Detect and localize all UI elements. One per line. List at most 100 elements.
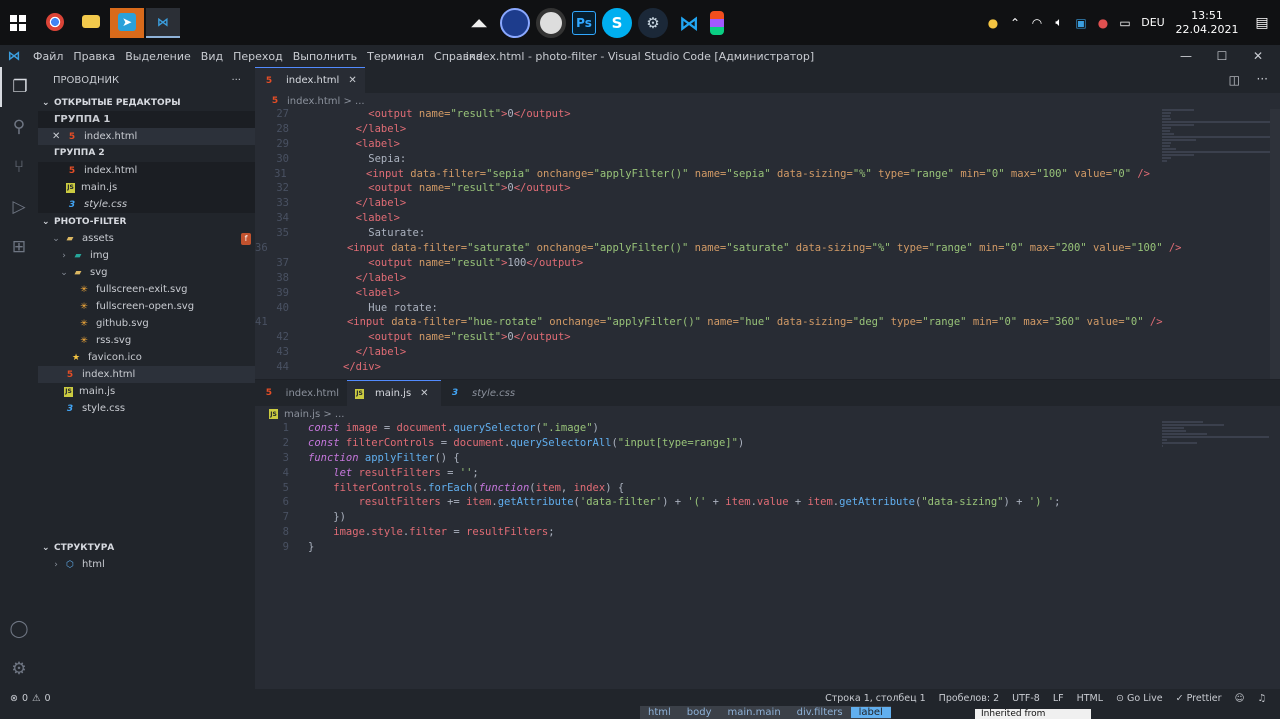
outline-section[interactable]: ⌄ СТРУКТУРА bbox=[38, 539, 255, 556]
folder-assets[interactable]: ⌄ ▰ assets f bbox=[38, 230, 255, 247]
eol[interactable]: LF bbox=[1053, 693, 1064, 704]
file-item[interactable]: ✳ github.svg bbox=[38, 315, 255, 332]
code-line[interactable]: 38 </label> bbox=[255, 271, 1150, 286]
chevron-up-icon[interactable]: ⌃ bbox=[1004, 16, 1026, 30]
strip-item[interactable]: div.filters bbox=[789, 707, 851, 718]
editor-1-code[interactable]: 27 <output name="result">0</output> 28 </… bbox=[255, 109, 1280, 379]
menu-terminal[interactable]: Терминал bbox=[362, 50, 429, 63]
code-line[interactable]: 6 resultFilters += item.getAttribute('da… bbox=[255, 495, 1150, 510]
notifications-icon[interactable]: ▤ bbox=[1244, 15, 1280, 31]
minimap[interactable] bbox=[1162, 421, 1270, 448]
explorer-icon[interactable]: ❐ bbox=[0, 67, 38, 107]
split-editor-icon[interactable]: ◫ bbox=[1229, 73, 1240, 87]
strip-item[interactable]: html bbox=[640, 707, 679, 718]
code-line[interactable]: 35 Saturate: bbox=[255, 226, 1150, 241]
skype-icon[interactable]: S bbox=[602, 7, 632, 38]
vscode-pinned-icon[interactable]: ⋈ bbox=[674, 8, 704, 38]
code-line[interactable]: 3 function applyFilter() { bbox=[255, 451, 1150, 466]
strip-item[interactable]: main.main bbox=[720, 707, 789, 718]
code-line[interactable]: 39 <label> bbox=[255, 286, 1150, 301]
code-line[interactable]: 8 image.style.filter = resultFilters; bbox=[255, 525, 1150, 540]
problems-indicator[interactable]: ⊗ 0 ⚠ 0 bbox=[10, 693, 51, 704]
tray-blue-icon[interactable]: ▣ bbox=[1070, 16, 1092, 30]
bell-icon[interactable]: ♫ bbox=[1257, 693, 1266, 704]
code-line[interactable]: 34 <label> bbox=[255, 211, 1150, 226]
strip-item-current[interactable]: label bbox=[850, 707, 891, 718]
obs-icon[interactable] bbox=[536, 7, 566, 38]
file-item[interactable]: ✳ fullscreen-exit.svg bbox=[38, 281, 255, 298]
encoding[interactable]: UTF-8 bbox=[1012, 693, 1040, 704]
extensions-icon[interactable]: ⊞ bbox=[0, 227, 38, 267]
photoshop-icon[interactable]: Ps bbox=[572, 10, 596, 35]
file-item[interactable]: 3 style.css bbox=[38, 400, 255, 417]
menu-help[interactable]: Справка bbox=[429, 50, 487, 63]
folder-svg[interactable]: ⌄ ▰ svg bbox=[38, 264, 255, 281]
more-actions-icon[interactable]: ··· bbox=[1257, 72, 1268, 86]
wifi-icon[interactable]: ◠ bbox=[1026, 16, 1048, 30]
open-editors-section[interactable]: ⌄ ОТКРЫТЫЕ РЕДАКТОРЫ bbox=[38, 94, 255, 111]
taskbar-explorer[interactable] bbox=[74, 8, 108, 38]
code-line[interactable]: 32 <output name="result">0</output> bbox=[255, 181, 1150, 196]
editor-2-code[interactable]: 1 const image = document.querySelector(".… bbox=[255, 421, 1280, 689]
menu-view[interactable]: Вид bbox=[196, 50, 228, 63]
code-line[interactable]: 30 Sepia: bbox=[255, 152, 1150, 167]
prettier-button[interactable]: ✓ Prettier bbox=[1176, 693, 1222, 704]
menu-run[interactable]: Выполнить bbox=[288, 50, 362, 63]
breadcrumb-text[interactable]: index.html > ... bbox=[287, 96, 365, 107]
steam-icon[interactable]: ⚙ bbox=[638, 7, 668, 38]
indentation[interactable]: Пробелов: 2 bbox=[939, 693, 999, 704]
outline-item[interactable]: › ⬡ html bbox=[38, 556, 255, 573]
account-icon[interactable]: ◯ bbox=[0, 609, 38, 649]
code-area[interactable]: 27 <output name="result">0</output> 28 </… bbox=[255, 109, 1181, 375]
tab-style-css[interactable]: 3 style.css bbox=[441, 380, 523, 406]
search-icon[interactable]: ⚲ bbox=[0, 107, 38, 147]
figma-icon[interactable] bbox=[710, 10, 724, 35]
feedback-icon[interactable]: ☺ bbox=[1235, 693, 1245, 704]
code-line[interactable]: 27 <output name="result">0</output> bbox=[255, 109, 1150, 122]
tray-red-icon[interactable]: ● bbox=[1092, 16, 1114, 30]
code-line[interactable]: 1 const image = document.querySelector(".… bbox=[255, 421, 1150, 436]
run-debug-icon[interactable]: ▷ bbox=[0, 187, 38, 227]
file-item[interactable]: ✳ rss.svg bbox=[38, 332, 255, 349]
project-section[interactable]: ⌄ PHOTO-FILTER bbox=[38, 213, 255, 230]
code-line[interactable]: 37 <output name="result">100</output> bbox=[255, 256, 1150, 271]
strip-item[interactable]: body bbox=[679, 707, 720, 718]
input-language[interactable]: DEU bbox=[1136, 16, 1170, 29]
code-line[interactable]: 2 const filterControls = document.querySe… bbox=[255, 436, 1150, 451]
code-line[interactable]: 4 let resultFilters = ''; bbox=[255, 466, 1150, 481]
file-item[interactable]: JS main.js bbox=[38, 383, 255, 400]
breadcrumb-text[interactable]: main.js > ... bbox=[284, 409, 344, 420]
go-live-button[interactable]: ⊙ Go Live bbox=[1116, 693, 1163, 704]
code-line[interactable]: 41 <input data-filter="hue-rotate" oncha… bbox=[255, 315, 1163, 330]
tray-app-icon[interactable]: ● bbox=[982, 16, 1004, 30]
file-item[interactable]: ★ favicon.ico bbox=[38, 349, 255, 366]
code-line[interactable]: 5 filterControls.forEach(function(item, … bbox=[255, 481, 1150, 496]
close-icon[interactable]: ✕ bbox=[420, 388, 428, 399]
close-window-button[interactable]: ✕ bbox=[1240, 45, 1276, 67]
tab-index-html[interactable]: 5 index.html ✕ bbox=[255, 67, 365, 93]
menu-selection[interactable]: Выделение bbox=[120, 50, 196, 63]
tab-index-html[interactable]: 5 index.html bbox=[255, 380, 347, 406]
menu-edit[interactable]: Правка bbox=[68, 50, 120, 63]
volume-icon[interactable]: 🔈︎ bbox=[1048, 15, 1070, 30]
taskbar-telegram[interactable]: ➤ bbox=[110, 7, 144, 38]
battery-icon[interactable]: ▭ bbox=[1114, 16, 1136, 30]
code-line[interactable]: 36 <input data-filter="saturate" onchang… bbox=[255, 241, 1181, 256]
open-editor-item[interactable]: 3 style.css bbox=[38, 196, 255, 213]
file-item[interactable]: ✳ fullscreen-open.svg bbox=[38, 298, 255, 315]
source-control-icon[interactable]: ⑂ bbox=[0, 147, 38, 187]
file-item[interactable]: 5 index.html bbox=[38, 366, 255, 383]
open-editor-item[interactable]: JS main.js bbox=[38, 179, 255, 196]
code-line[interactable]: 33 </label> bbox=[255, 196, 1150, 211]
open-editor-item[interactable]: 5 index.html bbox=[38, 162, 255, 179]
menu-file[interactable]: Файл bbox=[28, 50, 68, 63]
start-button[interactable] bbox=[0, 0, 36, 45]
clock[interactable]: 13:51 22.04.2021 bbox=[1170, 9, 1244, 37]
close-icon[interactable]: ✕ bbox=[52, 131, 66, 142]
code-area[interactable]: 1 const image = document.querySelector(".… bbox=[255, 421, 1150, 555]
open-editor-item[interactable]: ✕ 5 index.html bbox=[38, 128, 255, 145]
code-line[interactable]: 9} bbox=[255, 540, 1150, 555]
more-actions-button[interactable]: ··· bbox=[231, 75, 241, 86]
code-line[interactable]: 7 }) bbox=[255, 510, 1150, 525]
code-line[interactable]: 44 </div> bbox=[255, 360, 1150, 375]
